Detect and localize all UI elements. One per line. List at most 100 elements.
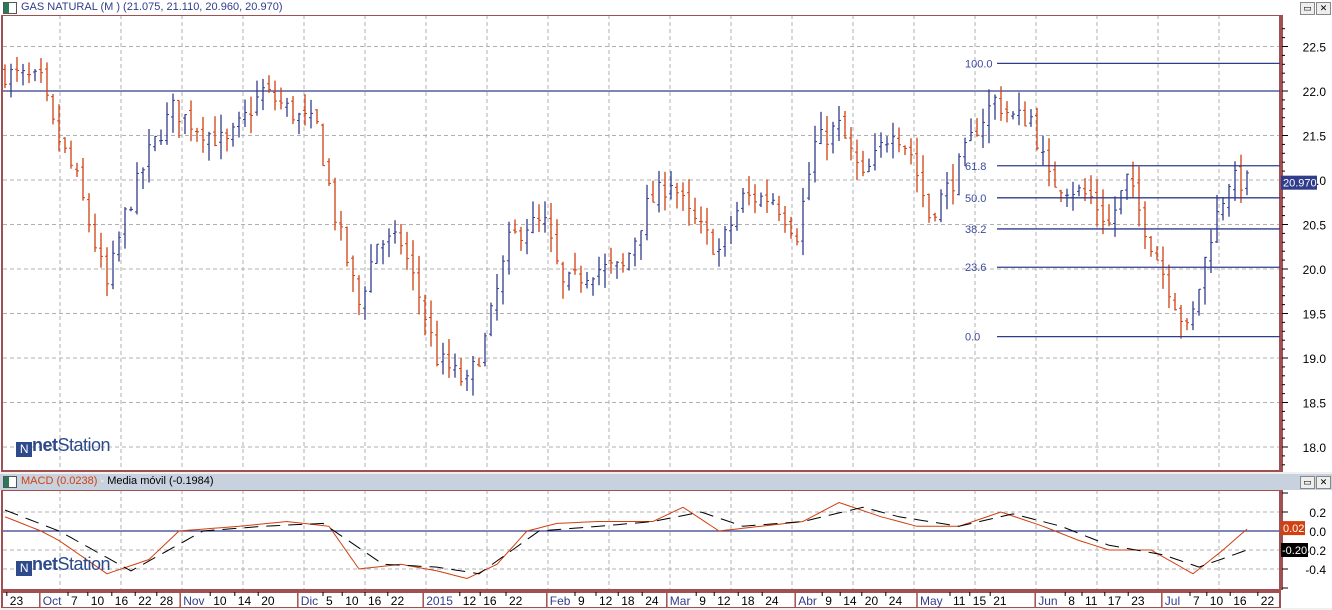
ohlc-bar bbox=[159, 129, 163, 145]
ohlc-bar bbox=[1221, 196, 1225, 221]
ohlc-bar bbox=[153, 135, 157, 152]
ohlc-bar bbox=[519, 226, 523, 251]
ohlc-bar bbox=[1005, 101, 1009, 123]
x-tick-label: Jun bbox=[1038, 594, 1057, 608]
fib-level-label: 38.2 bbox=[965, 224, 986, 236]
ohlc-bar bbox=[735, 201, 739, 231]
ohlc-bar bbox=[537, 204, 541, 232]
ohlc-bar bbox=[591, 277, 595, 296]
ohlc-bar bbox=[933, 212, 937, 222]
ohlc-bar bbox=[297, 112, 301, 135]
x-tick-label: 12 bbox=[599, 594, 613, 608]
logo-net: net bbox=[32, 554, 58, 574]
ohlc-bar bbox=[1143, 201, 1147, 250]
ohlc-bar bbox=[561, 261, 565, 299]
ohlc-bar bbox=[315, 109, 319, 125]
ohlc-bar bbox=[621, 253, 625, 273]
price-title-bar: GAS NATURAL (M ) (21.075, 21.110, 20.960… bbox=[0, 0, 1332, 15]
y-tick-label: 19.0 bbox=[1303, 352, 1327, 366]
x-tick-label: 14 bbox=[238, 594, 252, 608]
ohlc-bar bbox=[465, 369, 469, 391]
x-tick-label: 16 bbox=[1233, 594, 1247, 608]
ohlc-bar bbox=[945, 171, 949, 210]
ohlc-bar bbox=[237, 111, 241, 138]
ohlc-bar bbox=[1203, 256, 1207, 305]
ohlc-bar bbox=[207, 131, 211, 161]
ohlc-bar bbox=[135, 162, 139, 215]
price-chart[interactable]: 100.0 61.8 50.0 38.2 23.6 0.0 18.0 18.5 19.0 19.5… bbox=[0, 15, 1332, 472]
ohlc-bar bbox=[1137, 166, 1141, 227]
ohlc-bar bbox=[687, 179, 691, 226]
macd-close-button[interactable]: ✕ bbox=[1316, 476, 1331, 489]
ohlc-bar bbox=[261, 78, 265, 111]
ohlc-bar bbox=[27, 62, 31, 84]
ohlc-bar bbox=[453, 353, 457, 378]
ohlc-bar bbox=[99, 232, 103, 268]
ohlc-bar bbox=[597, 256, 601, 286]
ohlc-bar bbox=[711, 228, 715, 255]
ohlc-bar bbox=[585, 271, 589, 289]
ohlc-bar bbox=[549, 202, 553, 253]
ohlc-bar bbox=[1239, 154, 1243, 203]
macd-title-bar: MACD (0.0238) - Media móvil (-0.1984) ▭ … bbox=[0, 474, 1332, 490]
ohlc-bar bbox=[249, 96, 253, 134]
signal-value-badge: -0.20 bbox=[1281, 543, 1308, 557]
ohlc-bar bbox=[1113, 196, 1117, 237]
ohlc-bar bbox=[291, 96, 295, 125]
x-tick-label: 14 bbox=[843, 594, 857, 608]
ohlc-bar bbox=[339, 210, 343, 241]
price-panel: GAS NATURAL (M ) (21.075, 21.110, 20.960… bbox=[0, 0, 1332, 472]
ohlc-bar bbox=[753, 184, 757, 214]
ohlc-bar bbox=[1125, 173, 1129, 200]
x-tick-label: 8 bbox=[1068, 594, 1075, 608]
macd-chart[interactable]: 0.2 0.0 -0.2 -0.4 0.02 -0.20 23 Oct 7 10 16 22 28 Nov… bbox=[0, 490, 1332, 608]
ohlc-bar bbox=[555, 219, 559, 265]
x-tick-label: 28 bbox=[160, 594, 174, 608]
ohlc-bar bbox=[849, 127, 853, 161]
ohlc-bar bbox=[741, 187, 745, 213]
x-tick-label: 16 bbox=[483, 594, 497, 608]
ohlc-bar bbox=[783, 206, 787, 233]
x-tick-label: 22 bbox=[509, 594, 523, 608]
macd-window-icon bbox=[3, 476, 17, 488]
logo-station: Station bbox=[57, 554, 111, 574]
ohlc-bar bbox=[939, 189, 943, 223]
macd-title: MACD (0.0238) bbox=[21, 475, 98, 487]
ohlc-bar bbox=[117, 231, 121, 262]
macd-badge-label: 0.02 bbox=[1283, 523, 1304, 535]
ohlc-bar bbox=[975, 118, 979, 137]
x-tick-label: 23 bbox=[1131, 594, 1145, 608]
last-price-label: 20.970 bbox=[1283, 178, 1317, 190]
maximize-button[interactable]: ▭ bbox=[1300, 2, 1315, 15]
x-tick-label: 9 bbox=[825, 594, 832, 608]
macd-title-sep: - bbox=[97, 475, 108, 487]
ohlc-bar bbox=[141, 167, 145, 189]
ohlc-bar bbox=[651, 180, 655, 203]
ohlc-bar bbox=[675, 182, 679, 209]
ohlc-bar bbox=[1059, 189, 1063, 203]
x-tick-label: 7 bbox=[71, 594, 78, 608]
x-tick-label: Feb bbox=[550, 594, 571, 608]
ohlc-bar bbox=[471, 355, 475, 396]
ohlc-bar bbox=[681, 182, 685, 211]
ohlc-bar bbox=[717, 238, 721, 267]
ohlc-bar bbox=[1245, 170, 1249, 196]
chart-window-icon bbox=[3, 2, 17, 14]
ohlc-bar bbox=[729, 215, 733, 245]
ohlc-bar bbox=[231, 122, 235, 147]
macd-maximize-button[interactable]: ▭ bbox=[1300, 476, 1315, 489]
ohlc-bar bbox=[771, 193, 775, 206]
ohlc-bar bbox=[1071, 181, 1075, 211]
ohlc-bar bbox=[543, 201, 547, 233]
ohlc-bar bbox=[387, 228, 391, 258]
x-tick-label: 10 bbox=[91, 594, 105, 608]
x-tick-label: 5 bbox=[326, 594, 333, 608]
ohlc-bar bbox=[477, 357, 481, 367]
ohlc-bar bbox=[1215, 194, 1219, 243]
x-tick-label: 22 bbox=[138, 594, 152, 608]
fib-level-label: 50.0 bbox=[965, 193, 986, 205]
fib-level-label: 0.0 bbox=[965, 332, 980, 344]
close-button[interactable]: ✕ bbox=[1316, 2, 1331, 15]
x-tick-label: 9 bbox=[578, 594, 585, 608]
x-tick-label: 24 bbox=[645, 594, 659, 608]
